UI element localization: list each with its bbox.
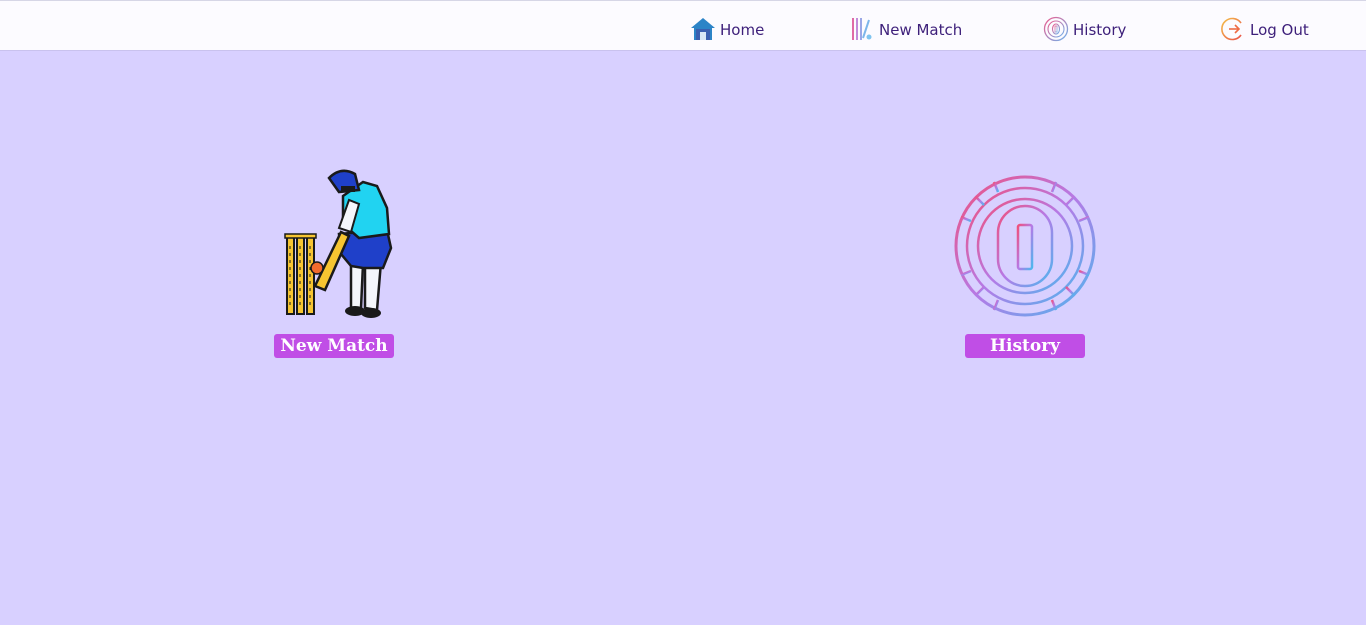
nav-logout-label: Log Out [1250, 21, 1309, 39]
new-match-card: New Match [259, 168, 409, 358]
history-button[interactable]: History [965, 334, 1085, 358]
nav-history-label: History [1073, 21, 1127, 39]
cricket-stumps-icon [849, 16, 875, 42]
nav-home-link[interactable]: Home [690, 10, 764, 42]
nav-new-match-label: New Match [879, 21, 963, 39]
nav-history-link[interactable]: History [1043, 10, 1126, 42]
logout-icon [1220, 16, 1246, 42]
top-navbar: Home New Match History Log Out [0, 0, 1366, 51]
coin-toss-icon[interactable] [950, 168, 1100, 320]
home-icon [690, 16, 716, 42]
nav-home-label: Home [720, 21, 765, 39]
nav-new-match-link[interactable]: New Match [849, 10, 962, 42]
history-card: History [950, 168, 1100, 358]
nav-logout-link[interactable]: Log Out [1220, 10, 1309, 42]
coin-icon [1043, 16, 1069, 42]
new-match-button[interactable]: New Match [274, 334, 394, 358]
cricket-batsman-icon[interactable] [259, 168, 409, 320]
